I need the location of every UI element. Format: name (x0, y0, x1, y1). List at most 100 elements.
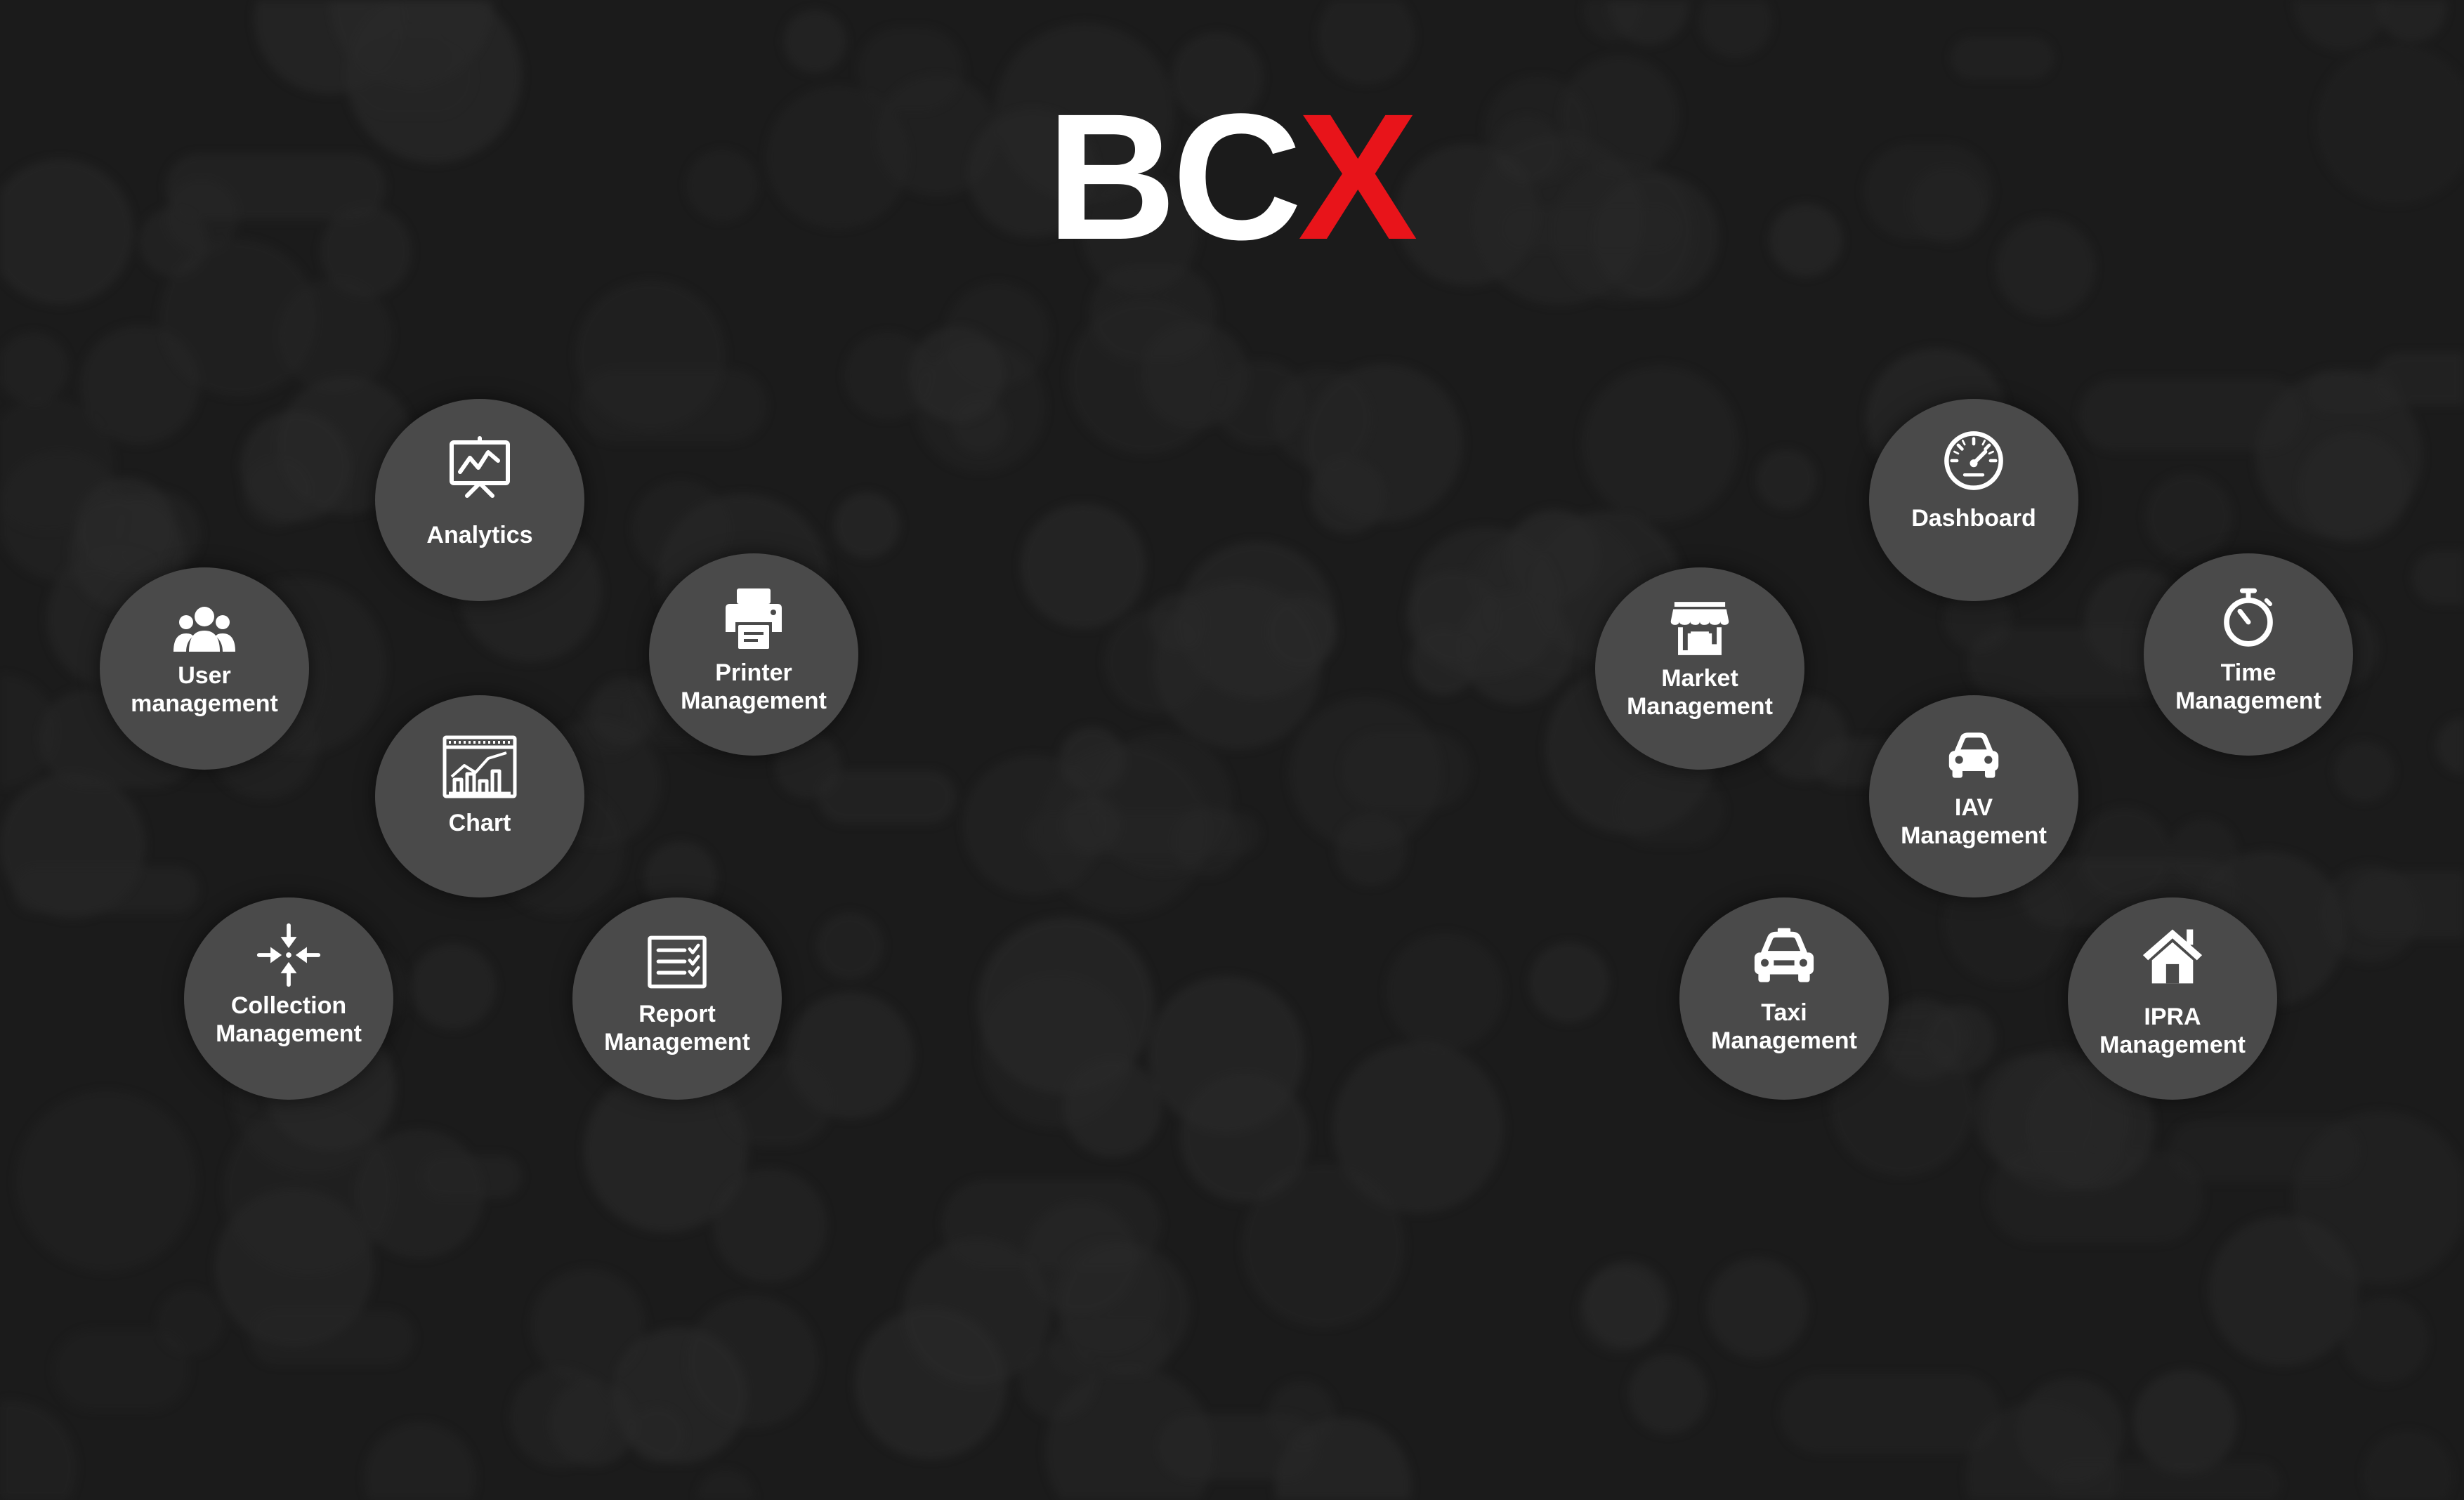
background-blob (1617, 776, 1724, 845)
user-management-label-line2: management (131, 690, 278, 717)
background-blob (13, 867, 199, 913)
taxi-management-button[interactable]: Taxi Management (1679, 897, 1889, 1100)
report-management-button[interactable]: Report Management (572, 897, 782, 1100)
background-blob (1501, 206, 1678, 250)
report-management-label-line2: Management (604, 1029, 750, 1055)
stopwatch-icon (2218, 587, 2279, 647)
background-blob (249, 1310, 414, 1365)
market-management-button[interactable]: Market Management (1595, 567, 1804, 770)
background-blob (53, 1329, 190, 1411)
collection-management-button[interactable]: Collection Management (184, 897, 393, 1100)
background-blob (2052, 1462, 2281, 1500)
background-blob (1215, 361, 1306, 446)
collection-management-label-line2: Management (216, 1020, 362, 1047)
background-blob (1180, 1073, 1309, 1202)
background-blob (1386, 933, 1504, 1051)
background-blob (1756, 449, 1816, 510)
background-blob (510, 1367, 611, 1468)
background-blob (818, 770, 956, 824)
background-blob (1342, 732, 1471, 809)
background-blob (1021, 504, 1146, 629)
background-blob (1769, 204, 1842, 277)
report-management-label: Report Management (578, 1000, 776, 1056)
background-blob (1318, 0, 1415, 84)
background-blob (166, 154, 386, 220)
user-management-button[interactable]: User management (100, 567, 309, 770)
background-blob (1951, 37, 2054, 79)
background-blob (1089, 265, 1216, 361)
taxi-management-label-line2: Management (1711, 1027, 1857, 1054)
background-blob (421, 1155, 522, 1198)
background-blob (2378, 0, 2446, 42)
background-blob (783, 10, 846, 73)
background-blob (2436, 717, 2464, 775)
background-blob (1863, 144, 1993, 239)
background-blob (713, 1169, 827, 1282)
taxi-management-label-line1: Taxi (1761, 999, 1807, 1026)
taxi-icon (1752, 926, 1816, 986)
background-blob (159, 239, 317, 397)
background-blob (2307, 370, 2397, 414)
background-blob (1699, 0, 1772, 58)
car-icon (1946, 726, 2002, 782)
background-blob (816, 912, 884, 980)
chart-label: Chart (448, 810, 511, 836)
background-blob (2346, 872, 2464, 938)
background-blob (915, 341, 1046, 472)
analytics-button[interactable]: Analytics (375, 399, 584, 601)
time-management-button[interactable]: Time Management (2144, 553, 2353, 756)
iav-management-label-line2: Management (1901, 822, 2047, 849)
collection-icon (255, 921, 322, 989)
background-blob (1529, 942, 1609, 1022)
market-management-label: Market Management (1601, 664, 1799, 721)
background-blob (2079, 379, 2304, 451)
report-icon (646, 934, 709, 990)
ipra-management-label-line1: IPRA (2144, 1004, 2201, 1030)
printer-management-button[interactable]: Printer Management (649, 553, 858, 756)
background-blob (980, 975, 1133, 1128)
user-management-label: User management (105, 662, 303, 718)
background-blob (15, 1091, 197, 1272)
users-icon (169, 596, 240, 666)
background-blob (1304, 364, 1463, 522)
chart-icon (442, 735, 518, 799)
background-blob (686, 150, 758, 221)
ipra-management-label: IPRA Management (2073, 1003, 2272, 1059)
ipra-management-label-line2: Management (2099, 1032, 2246, 1058)
background-blob (1996, 218, 2095, 317)
background-blob (364, 1422, 476, 1500)
background-blob (2133, 1370, 2237, 1474)
background-blob (697, 1469, 754, 1500)
background-blob (2316, 44, 2464, 204)
printer-management-label-line2: Management (681, 688, 827, 714)
background-blob (2145, 473, 2232, 560)
analytics-label: Analytics (426, 522, 533, 548)
background-blob (858, 27, 964, 112)
ipra-management-button[interactable]: IPRA Management (2068, 897, 2277, 1100)
store-icon (1670, 598, 1730, 659)
printer-management-label-line1: Printer (715, 659, 792, 686)
background-blob (2334, 742, 2394, 802)
dashboard-button[interactable]: Dashboard (1869, 399, 2078, 601)
iav-management-button[interactable]: IAV Management (1869, 695, 2078, 897)
time-management-label-line2: Management (2175, 688, 2321, 714)
background-blob (1158, 1414, 1318, 1480)
taxi-management-label: Taxi Management (1685, 999, 1883, 1055)
report-management-label-line1: Report (638, 1001, 716, 1027)
background-blob (1049, 1322, 1169, 1376)
speedometer-icon (1941, 428, 2006, 493)
background-blob (1178, 541, 1335, 699)
background-blob (1988, 1151, 2203, 1243)
user-management-label-line1: User (178, 662, 231, 689)
background-blob (1578, 1269, 1663, 1353)
background-blob (2169, 1120, 2361, 1182)
brand-logo: BCX (1047, 87, 1419, 267)
background-blob (942, 1180, 1161, 1268)
iav-management-label: IAV Management (1875, 794, 2073, 850)
brand-logo-accent: X (1297, 77, 1418, 277)
background-blob (2342, 1297, 2428, 1383)
chart-button[interactable]: Chart (375, 695, 584, 897)
background-blob (351, 39, 475, 117)
background-blob (1332, 1042, 1504, 1213)
background-blob (1707, 1258, 1808, 1359)
